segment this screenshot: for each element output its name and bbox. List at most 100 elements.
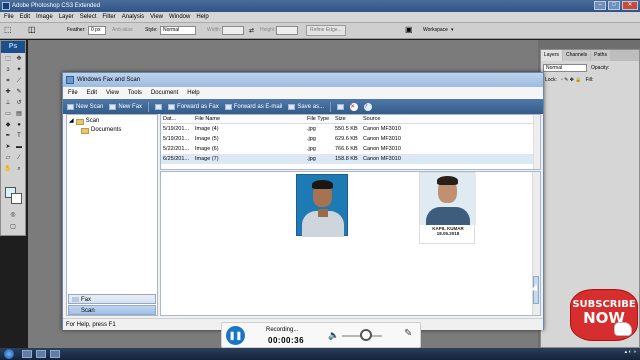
- collapse-icon[interactable]: ◢: [69, 117, 74, 126]
- magic-wand-icon[interactable]: ✦: [14, 66, 24, 75]
- marquee-icon[interactable]: ⬚: [3, 55, 13, 64]
- forward-as-fax-button[interactable]: Forward as Fax: [168, 103, 219, 110]
- new-scan-button[interactable]: New Scan: [67, 103, 103, 110]
- save-as-button[interactable]: Save as...: [288, 103, 324, 110]
- minimize-button[interactable]: –: [594, 1, 606, 10]
- table-row-selected[interactable]: 6/25/201... Image (7) .jpg 158.8 KB Cano…: [161, 154, 540, 164]
- fax-menu-edit[interactable]: Edit: [87, 90, 97, 96]
- blend-mode-select[interactable]: Normal: [543, 64, 587, 72]
- height-input[interactable]: [276, 26, 298, 35]
- tab-paths[interactable]: Paths: [591, 50, 610, 61]
- zoom-icon[interactable]: ⌕: [14, 165, 24, 174]
- subscribe-now-button[interactable]: SUBSCRIBE NOW: [571, 290, 637, 340]
- print-button[interactable]: [155, 103, 163, 110]
- tab-channels[interactable]: Channels: [563, 50, 591, 61]
- selection-mode-icon[interactable]: ◫: [28, 25, 36, 34]
- pen-tool-icon[interactable]: ✒: [3, 132, 13, 141]
- pen-icon[interactable]: ✎: [404, 328, 412, 339]
- marquee-tool-icon[interactable]: ⬚: [4, 25, 12, 34]
- refine-edge-button[interactable]: Refine Edge...: [306, 25, 346, 36]
- tab-layers[interactable]: Layers: [541, 50, 563, 61]
- chevron-down-icon: ▾: [451, 27, 454, 33]
- fax-nav-icon: [72, 297, 79, 302]
- fax-menu-file[interactable]: File: [68, 90, 78, 96]
- taskbar-app-icon[interactable]: [36, 350, 46, 358]
- volume-slider-knob[interactable]: [360, 329, 372, 341]
- table-row[interactable]: 5/22/201... Image (6) .jpg 766.6 KB Cano…: [161, 144, 540, 154]
- taskbar-app-icon[interactable]: [50, 350, 60, 358]
- close-button[interactable]: ✕: [622, 1, 638, 10]
- stamp-icon[interactable]: ⊥: [3, 99, 13, 108]
- move-icon[interactable]: ✥: [14, 55, 24, 64]
- delete-icon[interactable]: ✕: [350, 102, 359, 111]
- column-size[interactable]: Size: [333, 115, 361, 123]
- shape-icon[interactable]: ▬: [14, 143, 24, 152]
- pause-icon[interactable]: ❚❚: [226, 326, 245, 345]
- bridge-icon[interactable]: ▣: [405, 25, 413, 34]
- menu-analysis[interactable]: Analysis: [122, 14, 144, 20]
- fax-menu-tools[interactable]: Tools: [128, 90, 142, 96]
- menu-window[interactable]: Window: [169, 14, 190, 20]
- style-select[interactable]: Normal: [160, 26, 196, 35]
- anti-alias-checkbox[interactable]: Anti-alias: [112, 27, 133, 33]
- history-brush-icon[interactable]: ↺: [14, 99, 24, 108]
- notes-icon[interactable]: ▱: [3, 154, 13, 163]
- print-preview-button[interactable]: [337, 103, 345, 110]
- menu-file[interactable]: File: [4, 14, 14, 20]
- tree-node-scan[interactable]: ◢ Scan: [69, 117, 155, 126]
- blur-icon[interactable]: ◆: [3, 121, 13, 130]
- speaker-icon[interactable]: 🔈: [328, 330, 339, 341]
- slice-icon[interactable]: ⟋: [14, 77, 24, 86]
- fax-menu-document[interactable]: Document: [151, 90, 178, 96]
- maximize-button[interactable]: □: [608, 1, 620, 10]
- forward-as-email-button[interactable]: Forward as E-mail: [224, 103, 282, 110]
- quick-mask-icon[interactable]: ◎: [8, 211, 18, 220]
- column-source[interactable]: Source: [361, 115, 421, 123]
- system-tray[interactable]: ▴ ◐ ◑: [625, 349, 636, 355]
- workspace-button[interactable]: Workspace: [423, 27, 448, 33]
- menu-help[interactable]: Help: [196, 14, 208, 20]
- eraser-icon[interactable]: ▭: [3, 110, 13, 119]
- background-color-swatch[interactable]: [11, 193, 22, 204]
- lasso-icon[interactable]: ↄ: [3, 66, 13, 75]
- dodge-icon[interactable]: ●: [14, 121, 24, 130]
- swap-icon[interactable]: ⇄: [249, 27, 254, 34]
- preview-pane: KAPIL KUMAR 18.05.2018: [160, 171, 541, 316]
- lock-icons[interactable]: ▫ ✎ ✥ 🔒: [561, 77, 582, 83]
- menu-view[interactable]: View: [150, 14, 163, 20]
- start-button[interactable]: [4, 349, 14, 359]
- column-file-type[interactable]: File Type: [305, 115, 333, 123]
- menu-filter[interactable]: Filter: [102, 14, 115, 20]
- healing-brush-icon[interactable]: ✚: [3, 88, 13, 97]
- screen-mode-icon[interactable]: ▢: [8, 223, 18, 232]
- table-row[interactable]: 5/19/201... Image (4) .jpg 550.5 KB Cano…: [161, 124, 540, 134]
- crop-icon[interactable]: ⌗: [3, 77, 13, 86]
- new-fax-button[interactable]: New Fax: [109, 103, 142, 110]
- nav-fax-button[interactable]: Fax: [68, 294, 156, 304]
- forward-as-fax-label: Forward as Fax: [177, 103, 219, 110]
- fax-menu-view[interactable]: View: [106, 90, 119, 96]
- brush-icon[interactable]: ✎: [14, 88, 24, 97]
- help-icon[interactable]: ?: [364, 102, 373, 111]
- menu-image[interactable]: Image: [36, 14, 53, 20]
- menu-edit[interactable]: Edit: [20, 14, 30, 20]
- tree-node-documents[interactable]: Documents: [69, 126, 155, 135]
- menu-select[interactable]: Select: [80, 14, 97, 20]
- cell-source: Canon MF3010: [363, 126, 401, 132]
- width-input[interactable]: [222, 26, 244, 35]
- eyedropper-icon[interactable]: ⁄: [14, 154, 24, 163]
- column-date[interactable]: Dat...: [161, 115, 193, 123]
- windows-taskbar: ▴ ◐ ◑: [0, 348, 640, 360]
- hand-icon[interactable]: ✋: [3, 165, 13, 174]
- gradient-icon[interactable]: ▤: [14, 110, 24, 119]
- feather-input[interactable]: 0 px: [88, 26, 106, 35]
- table-row[interactable]: 5/19/201... Image (5) .jpg 629.6 KB Cano…: [161, 134, 540, 144]
- path-select-icon[interactable]: ➤: [3, 143, 13, 152]
- menu-layer[interactable]: Layer: [59, 14, 74, 20]
- fax-menu-help[interactable]: Help: [187, 90, 199, 96]
- nav-scan-button[interactable]: Scan: [68, 305, 156, 315]
- type-icon[interactable]: T: [14, 132, 24, 141]
- taskbar-app-icon[interactable]: [22, 350, 32, 358]
- list-scrollbar[interactable]: [533, 115, 540, 169]
- column-file-name[interactable]: File Name: [193, 115, 305, 123]
